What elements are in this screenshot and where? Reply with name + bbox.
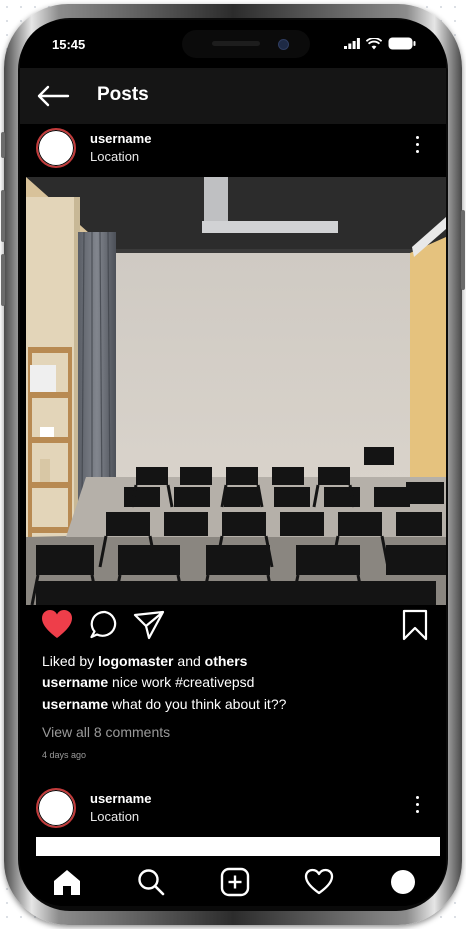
- next-post-location[interactable]: Location: [90, 809, 139, 824]
- caption-username[interactable]: username: [42, 674, 108, 690]
- volume-down-button: [1, 254, 5, 306]
- front-camera: [278, 39, 289, 50]
- notch: [182, 30, 310, 58]
- vertical-ellipsis-icon[interactable]: [412, 136, 422, 160]
- nav-add[interactable]: [219, 866, 251, 898]
- speaker: [212, 41, 260, 46]
- avatar[interactable]: [36, 788, 76, 828]
- caption-line: username nice work #creativepsd: [42, 674, 254, 690]
- heart-outline-icon: [304, 868, 334, 895]
- side-button: [1, 132, 5, 158]
- view-comments-link[interactable]: View all 8 comments: [42, 724, 170, 740]
- nav-search[interactable]: [135, 866, 167, 898]
- heart-filled-icon[interactable]: [40, 608, 74, 642]
- page-title: Posts: [97, 84, 149, 105]
- nav-profile[interactable]: [387, 866, 419, 898]
- wifi-icon: [366, 37, 382, 49]
- post-actions: [20, 606, 446, 646]
- post-username[interactable]: username: [90, 131, 151, 146]
- arrow-left-icon[interactable]: [36, 84, 70, 108]
- likes-line: Liked by logomaster and others: [42, 653, 247, 669]
- post-image[interactable]: [26, 177, 446, 605]
- add-square-icon: [220, 867, 250, 897]
- volume-up-button: [1, 190, 5, 242]
- status-time: 15:45: [52, 37, 86, 52]
- power-button: [461, 210, 465, 290]
- comment-username[interactable]: username: [42, 696, 108, 712]
- battery-icon: [388, 37, 416, 50]
- likes-prefix: Liked by: [42, 653, 95, 669]
- paper-plane-icon[interactable]: [132, 608, 166, 642]
- home-icon: [54, 870, 80, 895]
- profile-avatar-icon: [391, 870, 415, 894]
- speech-bubble-icon[interactable]: [88, 608, 122, 642]
- comment-line: username what do you think about it??: [42, 696, 286, 712]
- liked-by-user[interactable]: logomaster: [98, 653, 173, 669]
- signal-icon: [344, 38, 360, 49]
- liked-by-others[interactable]: others: [205, 653, 248, 669]
- nav-activity[interactable]: [303, 866, 335, 898]
- status-bar: 15:45: [20, 20, 446, 70]
- avatar[interactable]: [36, 128, 76, 168]
- likes-and: and: [177, 653, 201, 669]
- post-timestamp: 4 days ago: [42, 750, 87, 760]
- next-post-header: username Location: [20, 788, 446, 842]
- vertical-ellipsis-icon[interactable]: [412, 796, 422, 820]
- app-header: Posts: [20, 68, 446, 124]
- caption-text: nice work #creativepsd: [112, 674, 255, 690]
- status-icons: [344, 37, 416, 50]
- next-post-username[interactable]: username: [90, 791, 151, 806]
- screen: 15:45 Posts username Location Liked by l…: [20, 20, 446, 906]
- bookmark-icon[interactable]: [398, 608, 432, 642]
- search-icon: [138, 869, 165, 896]
- nav-home[interactable]: [51, 866, 83, 898]
- post-header: username Location: [20, 128, 446, 182]
- comment-text: what do you think about it??: [112, 696, 287, 712]
- post-location[interactable]: Location: [90, 149, 139, 164]
- bottom-nav: [20, 856, 446, 906]
